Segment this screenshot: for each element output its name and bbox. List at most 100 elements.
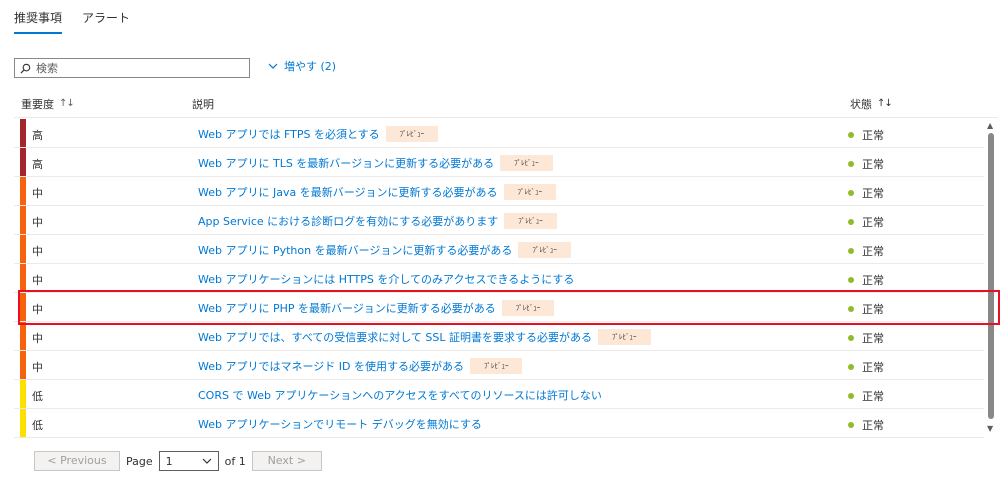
status-label: 正常 — [862, 303, 884, 316]
status-cell: 正常 — [848, 243, 884, 259]
healthy-status-icon — [848, 306, 854, 312]
preview-badge: ﾌﾟﾚﾋﾞｭｰ — [469, 358, 523, 374]
search-box[interactable] — [14, 58, 250, 78]
status-cell: 正常 — [848, 127, 884, 143]
column-header-severity[interactable]: 重要度 ↑↓ — [21, 96, 75, 112]
page-label: Page — [126, 454, 153, 468]
severity-label: 低 — [32, 419, 43, 432]
grid-rows: 高 Web アプリでは FTPS を必須とする ﾌﾟﾚﾋﾞｭｰ 正常高 Web アプリに… — [14, 119, 984, 438]
scroll-down-icon[interactable]: ▼ — [987, 424, 993, 433]
healthy-status-icon — [848, 248, 854, 254]
status-cell: 正常 — [848, 388, 884, 404]
preview-badge: ﾌﾟﾚﾋﾞｭｰ — [385, 126, 439, 142]
search-input[interactable] — [36, 61, 236, 75]
chevron-down-icon — [202, 458, 212, 464]
healthy-status-icon — [848, 364, 854, 370]
tab-recommendations[interactable]: 推奨事項 — [14, 8, 63, 34]
column-header-description: 説明 — [192, 96, 214, 112]
more-filters-toggle[interactable]: 増やす (2) — [268, 58, 336, 74]
table-row[interactable]: 中 Web アプリに PHP を最新バージョンに更新する必要がある ﾌﾟﾚﾋﾞｭｰ 正… — [14, 293, 984, 322]
severity-indicator — [20, 235, 26, 263]
sort-arrows-icon: ↑↓ — [877, 98, 893, 109]
next-page-button[interactable]: Next > — [251, 451, 322, 471]
preview-badge: ﾌﾟﾚﾋﾞｭｰ — [500, 155, 553, 171]
table-row[interactable]: 中 Web アプリケーションには HTTPS を介してのみアクセスできるようにする… — [14, 264, 984, 293]
status-cell: 正常 — [848, 214, 884, 230]
description-cell: Web アプリでは、すべての受信要求に対して SSL 証明書を要求する必要がある… — [198, 329, 651, 345]
severity-indicator — [20, 148, 26, 176]
severity-label: 中 — [32, 216, 43, 229]
table-row[interactable]: 高 Web アプリに TLS を最新バージョンに更新する必要がある ﾌﾟﾚﾋﾞｭｰ 正… — [14, 148, 984, 177]
recommendation-link[interactable]: Web アプリでは、すべての受信要求に対して SSL 証明書を要求する必要がある — [198, 329, 592, 345]
recommendation-link[interactable]: Web アプリに Java を最新バージョンに更新する必要がある — [198, 184, 498, 200]
description-cell: App Service における診断ログを有効にする必要があります ﾌﾟﾚﾋﾞｭｰ — [198, 213, 557, 229]
recommendation-link[interactable]: Web アプリケーションには HTTPS を介してのみアクセスできるようにする — [198, 271, 574, 287]
healthy-status-icon — [848, 422, 854, 428]
status-cell: 正常 — [848, 330, 884, 346]
severity-label: 低 — [32, 390, 43, 403]
column-header-status-label: 状態 — [850, 97, 872, 111]
vertical-scrollbar[interactable]: ▲ ▼ — [986, 119, 998, 435]
severity-label: 高 — [32, 129, 43, 142]
status-cell: 正常 — [848, 359, 884, 375]
pagination: < Previous Page 1 of 1 Next > — [34, 451, 322, 471]
severity-label: 中 — [32, 245, 43, 258]
description-cell: CORS で Web アプリケーションへのアクセスをすべてのリソースには許可しな… — [198, 387, 602, 403]
recommendation-link[interactable]: CORS で Web アプリケーションへのアクセスをすべてのリソースには許可しな… — [198, 387, 602, 403]
column-header-status[interactable]: 状態 ↑↓ — [850, 96, 893, 112]
severity-label: 中 — [32, 274, 43, 287]
table-row[interactable]: 低 Web アプリケーションでリモート デバッグを無効にする 正常 — [14, 409, 984, 438]
severity-label: 中 — [32, 187, 43, 200]
description-cell: Web アプリに Java を最新バージョンに更新する必要がある ﾌﾟﾚﾋﾞｭｰ — [198, 184, 556, 200]
severity-indicator — [20, 264, 26, 292]
status-label: 正常 — [862, 245, 884, 258]
page-count-label: of 1 — [224, 454, 246, 468]
recommendation-link[interactable]: Web アプリに TLS を最新バージョンに更新する必要がある — [198, 155, 494, 171]
table-row[interactable]: 中 Web アプリに Python を最新バージョンに更新する必要がある ﾌﾟﾚﾋﾞ… — [14, 235, 984, 264]
severity-indicator — [20, 409, 26, 437]
description-cell: Web アプリに Python を最新バージョンに更新する必要がある ﾌﾟﾚﾋﾞｭ… — [198, 242, 571, 258]
tab-alerts[interactable]: アラート — [82, 8, 130, 34]
grid-header: 重要度 ↑↓ 説明 状態 ↑↓ — [14, 90, 998, 118]
more-filters-label: 増やす (2) — [284, 60, 337, 73]
severity-indicator — [20, 380, 26, 408]
severity-label: 中 — [32, 361, 43, 374]
recommendation-link[interactable]: Web アプリケーションでリモート デバッグを無効にする — [198, 416, 482, 432]
recommendations-grid: 重要度 ↑↓ 説明 状態 ↑↓ 高 Web アプリでは FTPS を必須とする ﾌﾟ… — [14, 90, 998, 438]
preview-badge: ﾌﾟﾚﾋﾞｭｰ — [518, 242, 571, 258]
description-cell: Web アプリに TLS を最新バージョンに更新する必要がある ﾌﾟﾚﾋﾞｭｰ — [198, 155, 553, 171]
status-label: 正常 — [862, 419, 884, 432]
table-row[interactable]: 中 App Service における診断ログを有効にする必要があります ﾌﾟﾚﾋﾞｭ… — [14, 206, 984, 235]
healthy-status-icon — [848, 335, 854, 341]
preview-badge: ﾌﾟﾚﾋﾞｭｰ — [501, 300, 555, 316]
table-row[interactable]: 中 Web アプリでは、すべての受信要求に対して SSL 証明書を要求する必要があ… — [14, 322, 984, 351]
healthy-status-icon — [848, 190, 854, 196]
scroll-up-icon[interactable]: ▲ — [987, 121, 993, 130]
status-label: 正常 — [862, 274, 884, 287]
severity-label: 高 — [32, 158, 43, 171]
status-label: 正常 — [862, 390, 884, 403]
healthy-status-icon — [848, 161, 854, 167]
table-row[interactable]: 中 Web アプリに Java を最新バージョンに更新する必要がある ﾌﾟﾚﾋﾞｭｰ… — [14, 177, 984, 206]
table-row[interactable]: 高 Web アプリでは FTPS を必須とする ﾌﾟﾚﾋﾞｭｰ 正常 — [14, 119, 984, 148]
recommendation-link[interactable]: Web アプリに PHP を最新バージョンに更新する必要がある — [198, 300, 496, 316]
status-label: 正常 — [862, 187, 884, 200]
description-cell: Web アプリケーションでリモート デバッグを無効にする — [198, 416, 482, 432]
recommendation-link[interactable]: Web アプリに Python を最新バージョンに更新する必要がある — [198, 242, 512, 258]
status-label: 正常 — [862, 216, 884, 229]
scrollbar-thumb[interactable] — [988, 133, 994, 419]
severity-label: 中 — [32, 303, 43, 316]
status-cell: 正常 — [848, 301, 884, 317]
recommendation-link[interactable]: Web アプリでは FTPS を必須とする — [198, 126, 380, 142]
status-label: 正常 — [862, 332, 884, 345]
table-row[interactable]: 中 Web アプリではマネージド ID を使用する必要がある ﾌﾟﾚﾋﾞｭｰ 正常 — [14, 351, 984, 380]
severity-indicator — [20, 119, 26, 147]
table-row[interactable]: 低 CORS で Web アプリケーションへのアクセスをすべてのリソースには許可し… — [14, 380, 984, 409]
previous-page-button[interactable]: < Previous — [34, 451, 120, 471]
recommendation-link[interactable]: Web アプリではマネージド ID を使用する必要がある — [198, 358, 464, 374]
status-cell: 正常 — [848, 417, 884, 433]
recommendation-link[interactable]: App Service における診断ログを有効にする必要があります — [198, 213, 498, 229]
column-header-description-label: 説明 — [192, 97, 214, 111]
page-select[interactable]: 1 — [158, 451, 219, 471]
preview-badge: ﾌﾟﾚﾋﾞｭｰ — [504, 213, 557, 229]
